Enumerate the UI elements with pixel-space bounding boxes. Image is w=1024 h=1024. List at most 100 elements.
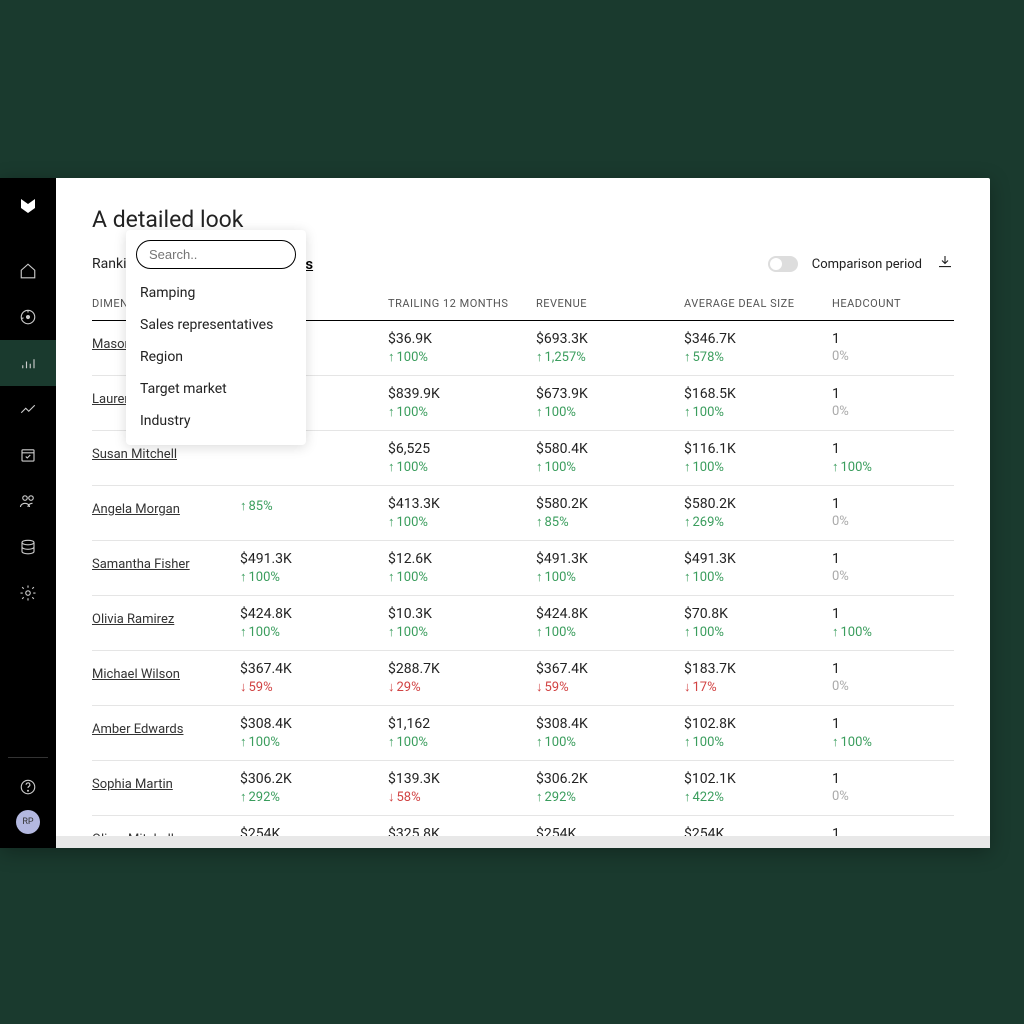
table-cell: Samantha Fisher [92,551,240,585]
cell-value: $306.2K [536,771,684,787]
row-name-link[interactable]: Susan Mitchell [92,447,240,462]
nav-calendar[interactable] [0,432,56,478]
nav-home[interactable] [0,248,56,294]
ranking-dropdown: RampingSales representativesRegionTarget… [126,230,306,445]
delta: ↑ 100% [684,624,832,640]
table-cell: Amber Edwards [92,716,240,750]
table-row: Amber Edwards$308.4K↑ 100%$1,162↑ 100%$3… [92,706,954,761]
nav-analytics[interactable] [0,340,56,386]
table-cell: $673.9K↑ 100% [536,386,684,420]
cell-value: $839.9K [388,386,536,402]
delta: ↑ 292% [536,789,684,805]
table-cell: $413.3K↑ 100% [388,496,536,530]
dropdown-option[interactable]: Region [126,341,306,373]
main-content: A detailed look Ranking by Sales represe… [56,178,990,848]
delta: ↑ 100% [388,624,536,640]
table-cell: $288.7K↓ 29% [388,661,536,695]
delta: ↑ 100% [536,459,684,475]
nav-team[interactable] [0,478,56,524]
dropdown-option[interactable]: Sales representatives [126,309,306,341]
cell-value: $139.3K [388,771,536,787]
cell-value: 1 [832,386,952,402]
table-cell: 10% [832,771,952,805]
cell-value: $306.2K [240,771,388,787]
table-cell: $367.4K ↓ 59% [536,661,684,695]
cell-value: $36.9K [388,331,536,347]
column-revenue[interactable]: REVENUE [536,297,684,310]
table-cell: 10% [832,496,952,530]
table-cell: $102.8K↑ 100% [684,716,832,750]
column-trailing-12[interactable]: TRAILING 12 MONTHS [388,297,536,310]
delta: ↑ 100% [832,459,952,475]
cell-value: 1 [832,551,952,567]
cell-value: $580.2K [684,496,832,512]
cell-value: $367.4K [536,661,684,677]
delta: ↑ 100% [240,734,388,750]
table-cell: $36.9K ↑ 100% [388,331,536,365]
delta: ↑ 100% [832,734,952,750]
download-icon[interactable] [936,253,954,275]
dropdown-option[interactable]: Ramping [126,277,306,309]
dropdown-option[interactable]: Target market [126,373,306,405]
cell-value: $168.5K [684,386,832,402]
delta: ↑ 100% [536,569,684,585]
table-cell: $10.3K↑ 100% [388,606,536,640]
table-cell: $491.3K ↑ 100% [536,551,684,585]
row-name-link[interactable]: Sophia Martin [92,777,240,792]
table-cell: $308.4K ↑ 100% [536,716,684,750]
delta: ↑ 100% [240,569,388,585]
dropdown-option[interactable]: Industry [126,405,306,437]
delta: ↑ 100% [388,459,536,475]
delta: ↓ 17% [684,679,832,695]
column-avg-deal-size[interactable]: AVERAGE DEAL SIZE [684,297,832,310]
row-name-link[interactable]: Olivia Ramirez [92,612,240,627]
nav-dashboard[interactable] [0,294,56,340]
cell-value: $6,525 [388,441,536,457]
cell-value: $580.2K [536,496,684,512]
row-name-link[interactable]: Angela Morgan [92,502,240,517]
delta: ↑ 1,257% [536,349,684,365]
cell-value: $491.3K [536,551,684,567]
cell-value: $183.7K [684,661,832,677]
cell-value: $308.4K [536,716,684,732]
nav-database[interactable] [0,524,56,570]
table-cell: $491.3K↑ 100% [684,551,832,585]
avatar[interactable]: RP [16,810,40,834]
table-cell: $70.8K↑ 100% [684,606,832,640]
table-cell: $1,162↑ 100% [388,716,536,750]
cell-value: 1 [832,716,952,732]
nav-trends[interactable] [0,386,56,432]
row-name-link[interactable]: Michael Wilson [92,667,240,682]
cell-value: $413.3K [388,496,536,512]
nav-help[interactable] [0,764,56,810]
delta: ↑ 100% [536,734,684,750]
table-cell: 1↑ 100% [832,441,952,475]
comparison-label: Comparison period [812,257,922,272]
delta: ↑ 269% [684,514,832,530]
delta: ↑ 100% [536,624,684,640]
table-cell: 10% [832,386,952,420]
sidebar: RP [0,178,56,848]
delta: ↑ 85% [536,514,684,530]
column-headcount[interactable]: HEADCOUNT [832,297,952,310]
delta: ↓ 59% [536,679,684,695]
cell-value: 1 [832,771,952,787]
cell-value: $308.4K [240,716,388,732]
delta: ↑ 422% [684,789,832,805]
row-name-link[interactable]: Amber Edwards [92,722,240,737]
delta: ↑ 100% [388,349,536,365]
table-cell: $183.7K ↓ 17% [684,661,832,695]
controls-row: Ranking by Sales representatives Compari… [92,253,954,275]
dropdown-search-input[interactable] [136,240,296,269]
cell-value: $367.4K [240,661,388,677]
cell-value: 1 [832,496,952,512]
nav-settings[interactable] [0,570,56,616]
comparison-toggle[interactable] [768,256,798,272]
delta: ↑ 100% [684,404,832,420]
table-cell: $424.8K↑ 100% [536,606,684,640]
delta: 0% [832,679,952,694]
cell-value: 1 [832,331,952,347]
table-cell: $346.7K↑ 578% [684,331,832,365]
table-cell: $139.3K↓ 58% [388,771,536,805]
row-name-link[interactable]: Samantha Fisher [92,557,240,572]
